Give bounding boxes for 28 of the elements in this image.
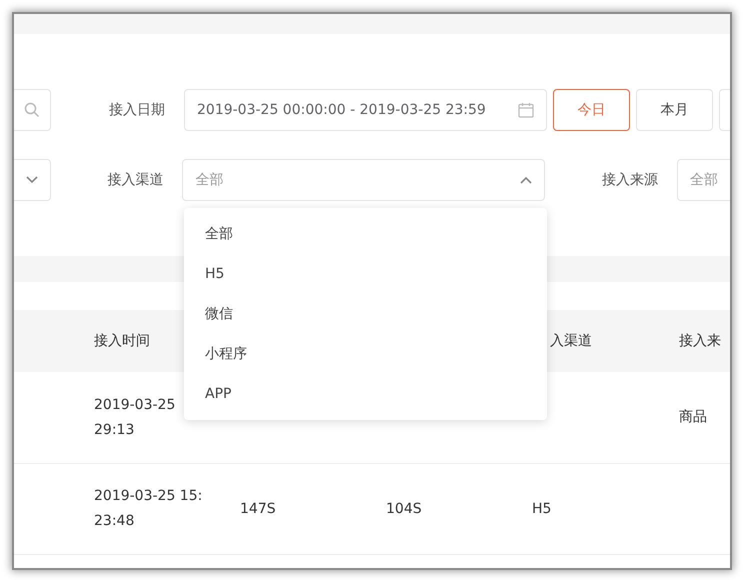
search-field[interactable] bbox=[14, 89, 51, 131]
dropdown-option[interactable]: 微信 bbox=[184, 294, 547, 334]
dropdown-option[interactable]: APP bbox=[184, 374, 547, 414]
table-cell-text: H5 bbox=[532, 500, 552, 518]
date-range-field[interactable]: 2019-03-25 00:00:00 - 2019-03-25 23:59 bbox=[184, 89, 547, 131]
dropdown-option[interactable]: 全部 bbox=[184, 214, 547, 254]
range-button[interactable] bbox=[719, 89, 730, 131]
table-cell-text: 23:48 bbox=[94, 512, 136, 531]
chevron-down-icon bbox=[26, 176, 38, 184]
field-label: 接入来源 bbox=[601, 171, 659, 190]
field-label: 接入日期 bbox=[108, 101, 166, 120]
column-header: 接入来 bbox=[679, 332, 721, 350]
table-cell-text: 29:13 bbox=[94, 420, 136, 440]
search-icon bbox=[24, 102, 40, 118]
calendar-icon bbox=[518, 102, 534, 118]
table-cell-text: 商品 bbox=[679, 408, 707, 427]
chevron-up-icon bbox=[520, 176, 532, 184]
table-cell-text: 2019-03-25 bbox=[94, 396, 176, 414]
dropdown-option[interactable]: H5 bbox=[184, 254, 547, 294]
range-button[interactable]: 本月 bbox=[636, 89, 713, 131]
select-field[interactable] bbox=[14, 159, 51, 201]
table-cell-text: 147S bbox=[240, 500, 276, 518]
field-label: 接入渠道 bbox=[106, 171, 164, 190]
column-header: 入渠道 bbox=[550, 332, 592, 350]
table-cell-text: 2019-03-25 15: bbox=[94, 487, 202, 506]
table-cell-text: 104S bbox=[386, 500, 422, 518]
column-header: 接入时间 bbox=[94, 332, 150, 350]
dropdown-option[interactable]: 小程序 bbox=[184, 334, 547, 374]
